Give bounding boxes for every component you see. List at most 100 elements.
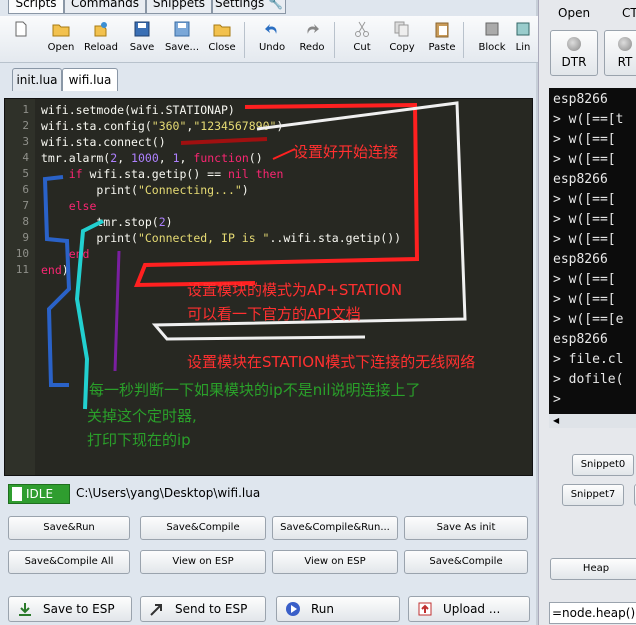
purple-scribble (113, 250, 121, 372)
run-button[interactable]: Run (276, 596, 400, 622)
save-to-esp-icon (19, 603, 31, 616)
rts-led-icon (618, 37, 632, 51)
save-compile-run-button[interactable]: Save&Compile&Run... (272, 516, 398, 540)
terminal-line: > dofile( (553, 372, 624, 387)
annotation-station: 设置模块在STATION模式下连接的无线网络 (187, 353, 476, 371)
copy-button[interactable]: Copy (381, 20, 423, 53)
save-button[interactable]: Save (121, 20, 163, 53)
floppy-icon (134, 21, 150, 37)
line-button[interactable]: Lin (508, 20, 538, 53)
terminal-line: esp8266 (553, 172, 608, 187)
terminal-line: > w([==[ (553, 132, 616, 147)
cut-button[interactable]: Cut (341, 20, 383, 53)
code-editor[interactable]: 1 2 3 4 5 6 7 8 9 10 11 wifi.setmode(wif… (4, 98, 533, 476)
terminal-line: esp8266 (553, 252, 608, 267)
terminal-horizontal-scrollbar[interactable]: ◀ (549, 414, 636, 428)
annotation-connect: 设置好开始连接 (293, 143, 399, 161)
tab-label: Commands (71, 0, 139, 10)
block-icon (485, 22, 499, 36)
block-button[interactable]: Block (471, 20, 513, 53)
open-label: Open (558, 6, 591, 20)
terminal-line: > file.cl (553, 352, 624, 367)
tab-scripts[interactable]: Scripts (8, 0, 64, 14)
snippet0-button[interactable]: Snippet0 (572, 454, 634, 476)
tab-label: Scripts (15, 0, 57, 10)
status-badge: IDLE (8, 484, 70, 504)
copy-icon (394, 21, 409, 37)
toolbar-separator (334, 22, 335, 58)
redo-icon (307, 24, 319, 34)
tab-label: Snippets (152, 0, 206, 10)
save-to-esp-button[interactable]: Save to ESP (8, 596, 132, 622)
save-as-button[interactable]: Save... (161, 20, 203, 53)
close-button[interactable]: Close (201, 20, 243, 53)
annotation-mode: 设置模块的模式为AP+STATION (187, 281, 403, 299)
file-tab-init[interactable]: init.lua (12, 68, 62, 91)
save-compile-button[interactable]: Save&Compile (140, 516, 266, 540)
annotation-print-ip: 打印下现在的ip (87, 431, 191, 449)
terminal-line: > w([==[t (553, 112, 624, 127)
cts-label: CT (622, 6, 636, 20)
wrench-icon: 🔧 (268, 0, 283, 10)
file-tab-label: init.lua (16, 73, 58, 87)
terminal-line: > w([==[ (553, 212, 616, 227)
toolbar: Open Reload Save Save... Close Undo Redo… (0, 16, 538, 63)
toolbar-separator (463, 22, 464, 58)
upload-icon (418, 602, 432, 616)
red-scribble (134, 102, 420, 288)
open-button[interactable]: Open (40, 20, 82, 53)
tab-snippets[interactable]: Snippets (146, 0, 212, 14)
undo-button[interactable]: Undo (251, 20, 293, 53)
file-path: C:\Users\yang\Desktop\wifi.lua (76, 486, 261, 500)
toolbar-separator (244, 22, 245, 58)
tab-label: Settings (215, 0, 265, 10)
tab-commands[interactable]: Commands (64, 0, 146, 14)
terminal-line: > w([==[e (553, 312, 624, 327)
undo-icon (265, 24, 277, 34)
tab-settings[interactable]: Settings 🔧 (212, 0, 286, 14)
terminal-line: > w([==[ (553, 192, 616, 207)
annotation-api-doc: 可以看一下官方的API文档 (187, 305, 361, 323)
annotation-stop-timer: 关掉这个定时器, (87, 407, 197, 425)
terminal-line: > w([==[ (553, 152, 616, 167)
top-tab-bar: Scripts Commands Snippets Settings 🔧 (0, 0, 538, 14)
serial-terminal[interactable]: esp8266 > w([==[t > w([==[ > w([==[ esp8… (549, 88, 636, 428)
terminal-line: > w([==[ (553, 232, 616, 247)
line-icon (516, 22, 530, 36)
paste-button[interactable]: Paste (421, 20, 463, 53)
folder-open-icon (52, 24, 70, 37)
send-to-esp-button[interactable]: Send to ESP (140, 596, 266, 622)
clipboard-icon (435, 22, 449, 38)
snippet7-button[interactable]: Snippet7 (562, 484, 624, 506)
heap-button[interactable]: Heap (550, 558, 636, 580)
file-tab-wifi[interactable]: wifi.lua (62, 68, 118, 91)
send-to-esp-icon (150, 604, 162, 616)
save-compile-all-button[interactable]: Save&Compile All (8, 550, 130, 574)
close-folder-icon (213, 24, 231, 37)
dtr-button[interactable]: DTR (550, 30, 598, 76)
command-input[interactable]: =node.heap() (549, 602, 636, 624)
save-compile-button-2[interactable]: Save&Compile (404, 550, 528, 574)
dark-red-underline (180, 137, 268, 145)
terminal-line: esp8266 (553, 332, 608, 347)
redo-button[interactable]: Redo (291, 20, 333, 53)
terminal-line: > (553, 392, 561, 407)
save-as-icon (174, 21, 190, 37)
dtr-led-icon (567, 37, 581, 51)
save-run-button[interactable]: Save&Run (8, 516, 130, 540)
view-on-esp-button-2[interactable]: View on ESP (272, 550, 398, 574)
reload-button[interactable]: Reload (80, 20, 122, 53)
terminal-line: > w([==[ (553, 292, 616, 307)
view-on-esp-button[interactable]: View on ESP (140, 550, 266, 574)
red-pointer (272, 148, 296, 160)
terminal-line: > w([==[ (553, 272, 616, 287)
blue-scribble (42, 175, 72, 387)
rts-button[interactable]: RT (604, 30, 636, 76)
upload-button[interactable]: Upload ... (408, 596, 530, 622)
scissors-icon (355, 21, 369, 37)
save-as-init-button[interactable]: Save As init (404, 516, 528, 540)
new-button[interactable] (0, 20, 42, 42)
reload-icon (94, 22, 107, 37)
scroll-left-icon[interactable]: ◀ (553, 416, 559, 425)
annotation-check: 每一秒判断一下如果模块的ip不是nil说明连接上了 (89, 381, 421, 399)
